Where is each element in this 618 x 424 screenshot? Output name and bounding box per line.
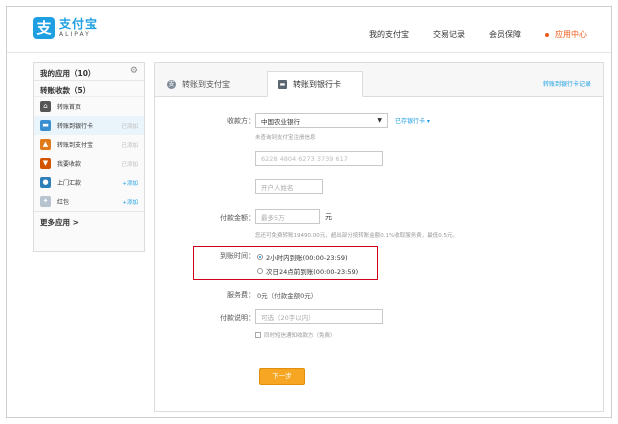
logo-title: 支付宝 <box>59 16 99 31</box>
sidebar-item-to-alipay[interactable]: ▲ 转账到支付宝 已添加 <box>34 135 144 154</box>
bank-card-icon: ▬ <box>40 120 51 131</box>
redpacket-icon: ✦ <box>40 196 51 207</box>
page-frame: 支 支付宝 ALIPAY 我的支付宝 交易记录 会员保障 应用中心 我的应用（1… <box>6 6 612 418</box>
card-number-input[interactable]: 6228 4804 6273 3739 617 <box>255 151 383 166</box>
bank-card-tab-icon: ▬ <box>278 79 287 89</box>
bank-hint: 未查询到支付宝注册信息 <box>255 135 316 141</box>
alipay-logo-icon: 支 <box>33 17 55 39</box>
amount-hint: 您还可免费转账19490.00元，超出部分按转账金额0.1%收取服务费，最低0.… <box>255 233 458 239</box>
gear-icon[interactable]: ⚙ <box>130 66 138 76</box>
main-panel: 支 转账到支付宝 ▬ 转账到银行卡 转账到银行卡记录 收款方： 中国农业银行 ▼… <box>154 62 604 412</box>
alipay-icon: ▲ <box>40 139 51 150</box>
sidebar-item-bank-card[interactable]: ▬ 转账到银行卡 已添加 <box>34 116 144 135</box>
add-redpacket-button[interactable]: +添加 <box>122 198 138 206</box>
add-remit-button[interactable]: +添加 <box>122 179 138 187</box>
account-name-input[interactable]: 开户人姓名 <box>255 179 323 194</box>
next-button[interactable]: 下一步 <box>259 368 305 385</box>
sidebar-item-transfer-home[interactable]: ⌂ 转账首页 <box>34 97 144 116</box>
sidebar-my-apps[interactable]: 我的应用（10） ⚙ <box>34 63 144 81</box>
nav-app-center[interactable]: 应用中心 <box>545 29 587 40</box>
header: 支 支付宝 ALIPAY 我的支付宝 交易记录 会员保障 应用中心 <box>7 7 611 53</box>
radio-checked-icon[interactable] <box>257 254 263 260</box>
radio-unchecked-icon[interactable] <box>257 268 263 274</box>
arrival-option-2h[interactable]: 2小时内到账(00:00-23:59) <box>257 252 348 262</box>
fee-label: 服务费： <box>227 291 255 299</box>
sidebar-item-remit[interactable]: ● 上门汇款 +添加 <box>34 173 144 192</box>
sidebar-transfer-group[interactable]: 转账收款（5） <box>34 81 144 97</box>
sidebar-item-redpacket[interactable]: ✦ 红包 +添加 <box>34 192 144 211</box>
amount-input[interactable]: 最多5万 <box>255 209 320 224</box>
tab-to-bank-card[interactable]: ▬ 转账到银行卡 <box>267 71 363 97</box>
tab-to-alipay[interactable]: 支 转账到支付宝 <box>167 71 230 97</box>
sidebar-item-receive[interactable]: ▼ 我要收款 已添加 <box>34 154 144 173</box>
active-dot-icon <box>545 32 549 37</box>
logo-subtitle: ALIPAY <box>59 30 91 38</box>
sms-notify-option[interactable]: 同时短信通知收款方（免费） <box>255 331 336 339</box>
tab-bar: 支 转账到支付宝 ▬ 转账到银行卡 转账到银行卡记录 <box>155 63 603 97</box>
amount-unit: 元 <box>325 213 332 221</box>
top-nav: 我的支付宝 交易记录 会员保障 应用中心 <box>369 29 587 40</box>
sidebar: 我的应用（10） ⚙ 转账收款（5） ⌂ 转账首页 ▬ 转账到银行卡 已添加 ▲… <box>33 62 145 252</box>
note-label: 付款说明： <box>220 314 255 322</box>
alipay-tab-icon: 支 <box>167 79 176 89</box>
transfer-record-link[interactable]: 转账到银行卡记录 <box>543 79 591 88</box>
chevron-down-icon: ▼ <box>377 117 382 124</box>
payee-label: 收款方： <box>227 117 255 125</box>
saved-cards-link[interactable]: 已存银行卡 ▾ <box>395 116 430 125</box>
checkbox-icon[interactable] <box>255 332 261 338</box>
remit-icon: ● <box>40 177 51 188</box>
fee-value: 0元（付款金额0元） <box>257 292 318 300</box>
nav-my-alipay[interactable]: 我的支付宝 <box>369 29 409 40</box>
sidebar-more-apps[interactable]: 更多应用 > <box>34 211 144 229</box>
receive-icon: ▼ <box>40 158 51 169</box>
alipay-logo[interactable]: 支 支付宝 ALIPAY <box>33 17 98 39</box>
arrival-time-label: 到账时间： <box>220 252 255 260</box>
nav-member-protection[interactable]: 会员保障 <box>489 29 521 40</box>
amount-label: 付款金额： <box>220 214 255 222</box>
nav-transactions[interactable]: 交易记录 <box>433 29 465 40</box>
payment-note-input[interactable]: 可选（20字以内） <box>255 309 383 324</box>
bank-select[interactable]: 中国农业银行 ▼ <box>255 113 388 128</box>
home-icon: ⌂ <box>40 101 51 112</box>
arrival-option-next-day[interactable]: 次日24点前到账(00:00-23:59) <box>257 266 358 276</box>
